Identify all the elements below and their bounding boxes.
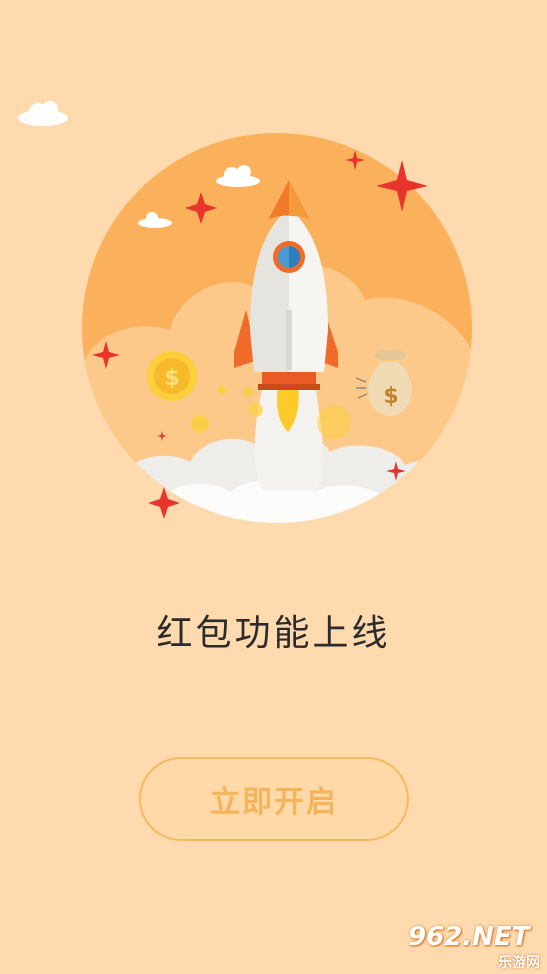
site-watermark: 962.NET 乐游网 — [404, 922, 546, 972]
svg-text:$: $ — [164, 366, 179, 391]
svg-text:$: $ — [383, 384, 398, 409]
cloud-icon — [18, 101, 68, 126]
watermark-subtitle: 乐游网 — [498, 955, 540, 971]
promo-headline: 红包功能上线 — [156, 613, 391, 654]
start-now-button[interactable]: 立即开启 — [139, 757, 409, 841]
watermark-brand: 962.NET — [408, 922, 530, 952]
coin-icon: $ — [147, 351, 197, 401]
rocket-illustration: $ $ — [18, 101, 472, 523]
